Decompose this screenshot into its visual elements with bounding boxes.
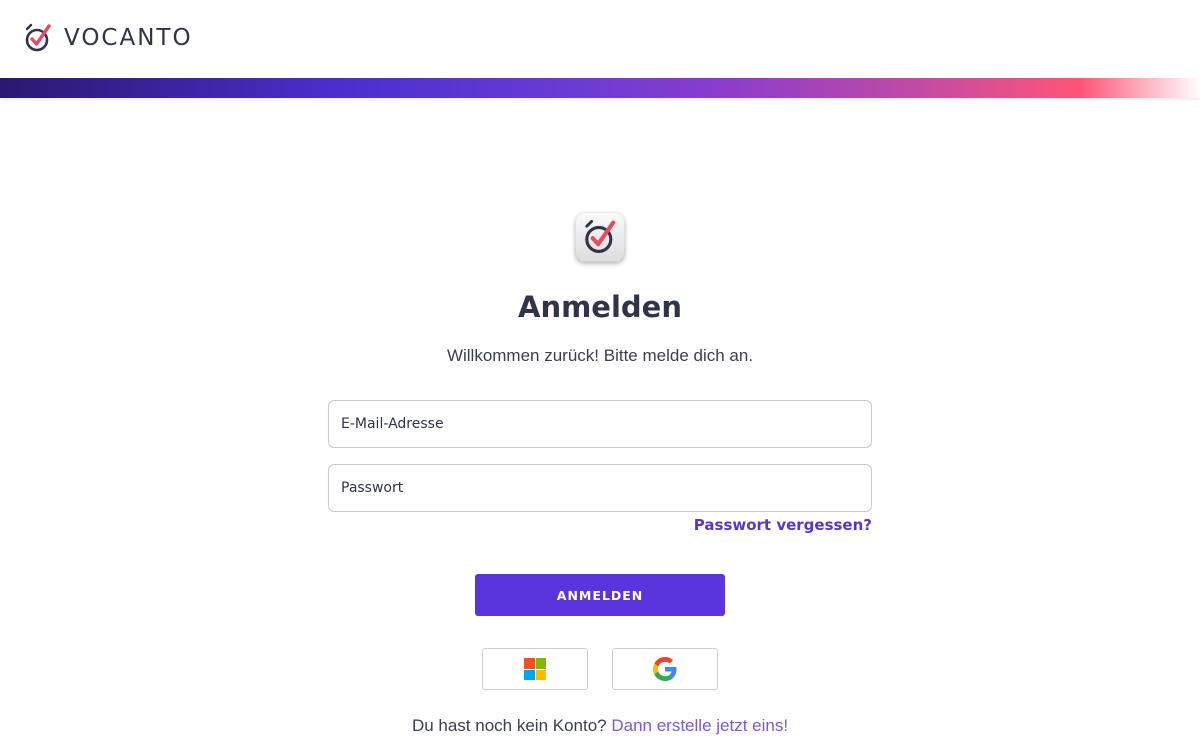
signup-link[interactable]: Dann erstelle jetzt eins! xyxy=(611,716,788,735)
email-field[interactable] xyxy=(328,400,872,448)
signup-prompt: Du hast noch kein Konto? Dann erstelle j… xyxy=(0,716,1200,736)
alarm-clock-check-icon xyxy=(585,219,616,253)
header-gradient-bar xyxy=(0,78,1200,98)
brand-name: VOCANTO xyxy=(64,25,193,51)
google-login-button[interactable] xyxy=(612,648,718,690)
password-field[interactable] xyxy=(328,464,872,512)
google-icon xyxy=(653,657,677,681)
microsoft-icon xyxy=(524,658,546,680)
signup-prompt-text: Du hast noch kein Konto? xyxy=(411,716,607,735)
top-header: VOCANTO xyxy=(0,0,1200,78)
forgot-password-link[interactable]: Passwort vergessen? xyxy=(694,516,872,534)
microsoft-login-button[interactable] xyxy=(482,648,588,690)
app-icon xyxy=(575,212,625,262)
brand-logo-link[interactable]: VOCANTO xyxy=(24,22,193,54)
alarm-clock-check-icon xyxy=(25,23,51,52)
page-title: Anmelden xyxy=(518,290,682,324)
login-button[interactable]: ANMELDEN xyxy=(475,574,725,616)
page-subtitle: Willkommen zurück! Bitte melde dich an. xyxy=(446,346,754,365)
